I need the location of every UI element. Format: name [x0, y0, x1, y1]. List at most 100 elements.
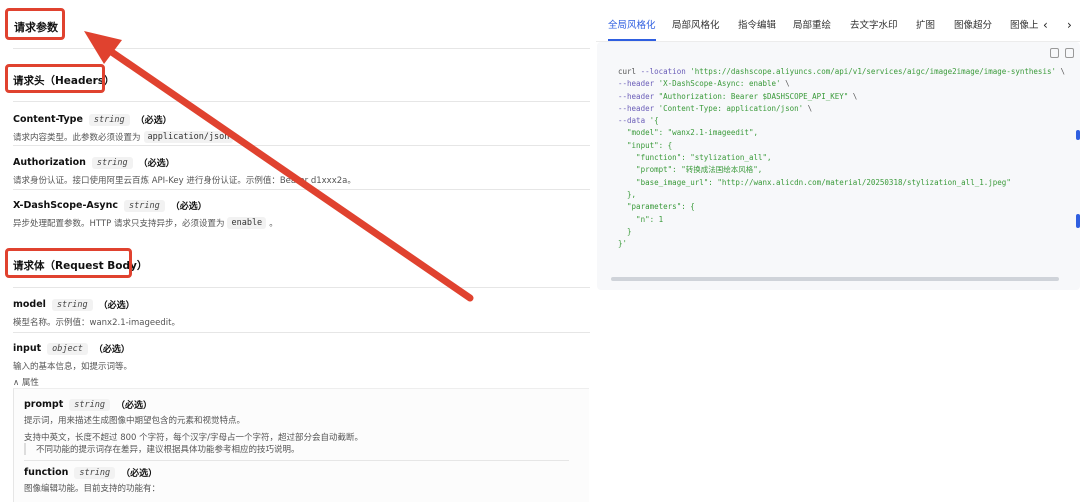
param-name: function — [24, 467, 69, 478]
param-content-type: Content-Type string （必选） 请求内容类型。此参数必须设置为… — [13, 113, 245, 143]
param-prompt: prompt string （必选） — [24, 398, 152, 411]
code-token: 'https://dashscope.aliyuncs.com/api/v1/s… — [690, 67, 1056, 76]
param-type: string — [88, 113, 130, 126]
side-indicator — [1076, 214, 1080, 228]
code-token: --header — [618, 91, 659, 101]
code-token: \ — [780, 79, 790, 89]
param-name: prompt — [24, 399, 64, 410]
code-token: "parameters": { — [618, 202, 695, 212]
param-desc: 模型名称。示例值：wanx2.1-imageedit。 — [13, 318, 180, 328]
code-token: }' — [618, 239, 628, 249]
prompt-quote-note: 不同功能的提示词存在差异，建议根据具体功能参考相应的技巧说明。 — [24, 443, 300, 455]
code-token: 'X-DashScope-Async: enable' — [658, 79, 781, 89]
code-token: '{ — [649, 116, 659, 126]
attributes-toggle[interactable]: ∧ 属性 — [13, 376, 39, 388]
code-token: --header — [618, 79, 659, 89]
param-type: string — [91, 156, 133, 169]
param-desc: 请求内容类型。此参数必须设置为 — [13, 133, 141, 143]
tab-inpainting[interactable]: 局部重绘 — [793, 10, 831, 41]
curl-code-block: curl --location 'https://dashscope.aliyu… — [618, 66, 1065, 250]
code-token: "Authorization: Bearer $DASHSCOPE_API_KE… — [658, 91, 849, 101]
code-line: --data '{ — [618, 115, 1065, 127]
code-line: "parameters": { — [618, 201, 1065, 213]
code-token: "model": "wanx2.1-imageedit", — [618, 128, 758, 138]
param-required: （必选） — [135, 116, 172, 126]
param-input: input object （必选） 输入的基本信息，如提示词等。 — [13, 342, 132, 372]
code-line: --header 'Content-Type: application/json… — [618, 103, 1065, 115]
tabs-next-icon[interactable]: › — [1067, 10, 1072, 41]
param-name: Content-Type — [13, 114, 83, 125]
param-required: （必选） — [98, 301, 135, 311]
tab-global-stylization[interactable]: 全局风格化 — [608, 10, 656, 41]
annotation-box-headers — [5, 64, 105, 93]
param-type: string — [74, 466, 116, 479]
prompt-desc-line-2: 支持中英文，长度不超过 800 个字符，每个汉字/字母占一个字符，超过部分会自动… — [24, 433, 363, 443]
code-token: "n": 1 — [618, 214, 664, 224]
code-line: "base_image_url": "http://wanx.alicdn.co… — [618, 177, 1065, 189]
horizontal-scrollbar[interactable] — [611, 277, 1059, 281]
code-token: \ — [803, 103, 813, 113]
tab-instruction-edit[interactable]: 指令编辑 — [738, 10, 776, 41]
param-required: （必选） — [170, 202, 207, 212]
divider — [13, 287, 590, 288]
input-attributes-panel: prompt string （必选） 提示词，用来描述生成图像中期望包含的元素和… — [13, 388, 589, 502]
divider — [13, 101, 590, 102]
param-required: （必选） — [115, 401, 152, 411]
annotation-box-request-params — [5, 8, 65, 40]
expand-icon[interactable] — [1065, 48, 1074, 58]
code-token: } — [618, 226, 632, 236]
param-required: （必选） — [121, 469, 158, 479]
param-model: model string （必选） 模型名称。示例值：wanx2.1-image… — [13, 298, 180, 328]
tab-image-more[interactable]: 图像上 — [1010, 10, 1039, 41]
tab-local-stylization[interactable]: 局部风格化 — [672, 10, 720, 41]
copy-icon[interactable] — [1050, 48, 1059, 58]
code-line: }' — [618, 238, 1065, 250]
param-desc-end: 。 — [269, 219, 278, 229]
code-example-panel: curl --location 'https://dashscope.aliyu… — [597, 42, 1080, 290]
code-token: curl — [618, 67, 641, 76]
tab-outpainting[interactable]: 扩图 — [916, 10, 935, 41]
divider — [13, 189, 590, 190]
divider — [13, 48, 590, 49]
code-line: "prompt": "转换成法国绘本风格", — [618, 164, 1065, 176]
divider — [13, 332, 590, 333]
param-type: string — [69, 398, 110, 411]
tab-remove-watermark[interactable]: 去文字水印 — [850, 10, 898, 41]
param-type: string — [124, 199, 165, 212]
api-doc-parameters: 请求参数 请求头（Headers） Content-Type string （必… — [0, 0, 592, 502]
param-name: Authorization — [13, 157, 86, 168]
param-name: model — [13, 299, 46, 310]
param-desc: 请求身份认证。接口使用阿里云百炼 API-Key 进行身份认证。示例值：Bear… — [13, 176, 356, 186]
param-function: function string （必选） — [24, 466, 157, 479]
inline-code: enable — [227, 217, 267, 229]
param-type: string — [51, 298, 93, 311]
param-x-dashscope-async: X-DashScope-Async string （必选） 异步处理配置参数。H… — [13, 199, 278, 229]
code-line: }, — [618, 189, 1065, 201]
divider — [13, 145, 590, 146]
code-token: "base_image_url": "http://wanx.alicdn.co… — [618, 177, 1011, 187]
code-token: }, — [618, 189, 637, 199]
code-line: "model": "wanx2.1-imageedit", — [618, 127, 1065, 139]
tabs-prev-icon[interactable]: ‹ — [1043, 10, 1048, 41]
param-name: input — [13, 343, 42, 354]
param-type: object — [47, 342, 88, 355]
param-desc: 异步处理配置参数。HTTP 请求只支持异步，必须设置为 — [13, 219, 225, 229]
prompt-desc-line-1: 提示词，用来描述生成图像中期望包含的元素和视觉特点。 — [24, 416, 246, 426]
param-desc-end: 。 — [236, 133, 245, 143]
code-line: "n": 1 — [618, 214, 1065, 226]
divider — [24, 460, 569, 461]
code-line: "function": "stylization_all", — [618, 152, 1065, 164]
param-required: （必选） — [93, 345, 130, 355]
code-line: --header "Authorization: Bearer $DASHSCO… — [618, 91, 1065, 103]
code-token: \ — [848, 91, 858, 101]
param-name: X-DashScope-Async — [13, 200, 118, 211]
code-token: --data — [618, 116, 650, 126]
tab-super-resolution[interactable]: 图像超分 — [954, 10, 992, 41]
side-indicator — [1076, 130, 1080, 140]
code-line: --header 'X-DashScope-Async: enable' \ — [618, 78, 1065, 90]
code-token: 'Content-Type: application/json' — [658, 103, 804, 113]
inline-code: application/json — [143, 131, 234, 143]
code-token: "prompt": "转换成法国绘本风格", — [618, 165, 763, 175]
example-tabs: 全局风格化 局部风格化 指令编辑 局部重绘 去文字水印 扩图 图像超分 图像上 … — [596, 10, 1080, 42]
param-desc: 输入的基本信息，如提示词等。 — [13, 362, 133, 372]
